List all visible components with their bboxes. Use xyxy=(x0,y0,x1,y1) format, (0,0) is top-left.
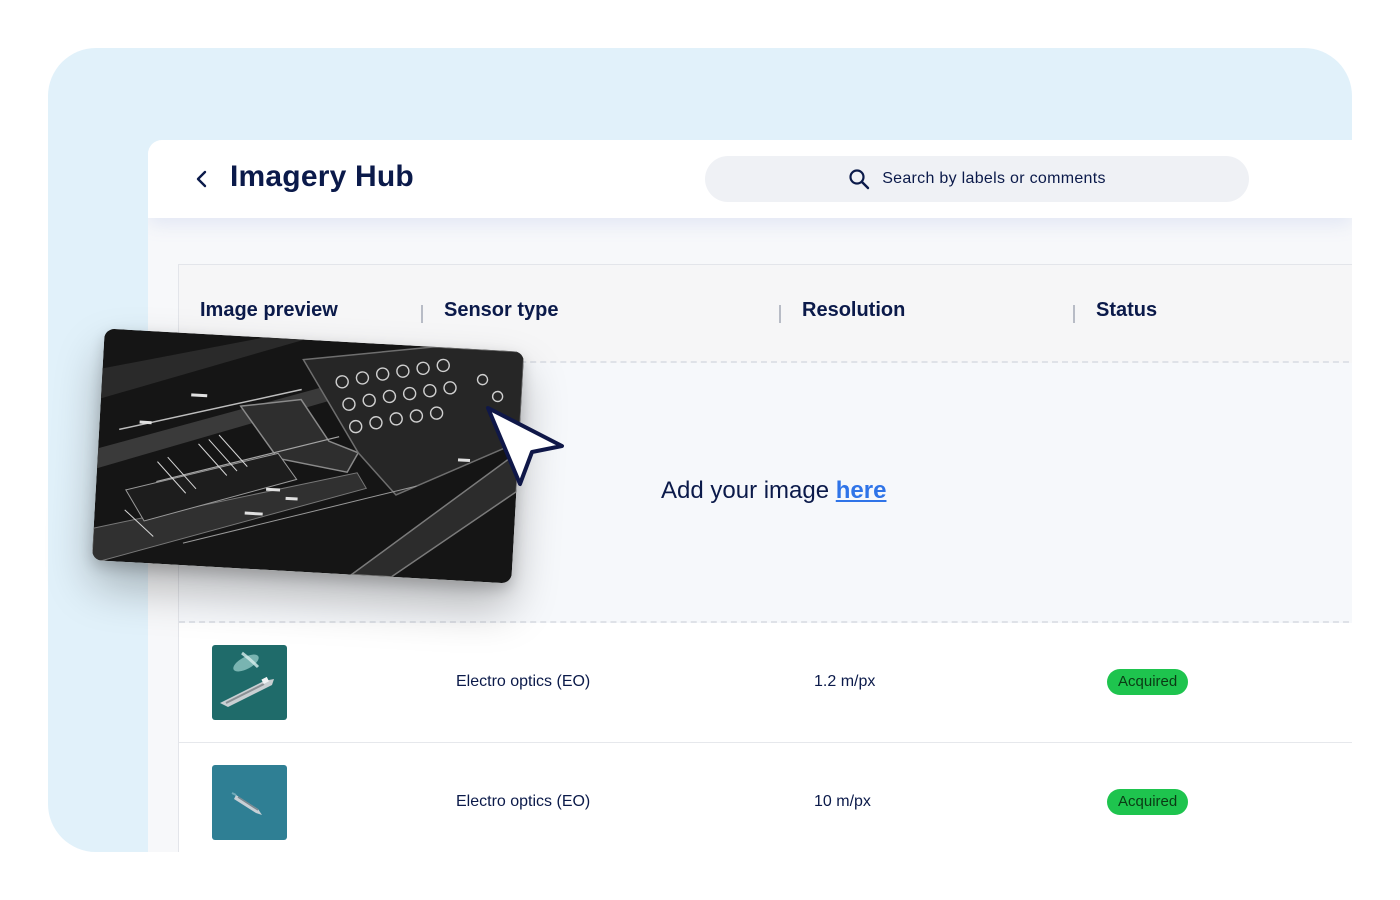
status-badge: Acquired xyxy=(1107,669,1189,695)
back-button[interactable] xyxy=(188,164,216,194)
satellite-port-image xyxy=(91,328,525,584)
column-header-sensor-type[interactable]: Sensor type xyxy=(444,299,558,322)
resolution-cell: 1.2 m/px xyxy=(814,673,876,690)
table-row[interactable]: Electro optics (EO) 10 m/px Acquired xyxy=(179,743,1352,852)
search-input[interactable]: Search by labels or comments xyxy=(705,156,1249,202)
column-divider xyxy=(779,305,781,323)
ship-image xyxy=(212,765,287,840)
sensor-type-cell: Electro optics (EO) xyxy=(456,793,591,810)
image-thumbnail[interactable] xyxy=(212,645,287,720)
image-thumbnail[interactable] xyxy=(212,765,287,840)
dropzone-text: Add your image xyxy=(661,477,836,504)
chevron-left-icon xyxy=(196,170,207,188)
page-title: Imagery Hub xyxy=(230,160,414,193)
resolution-cell: 10 m/px xyxy=(814,793,871,810)
column-header-image-preview[interactable]: Image preview xyxy=(200,299,338,322)
ship-image xyxy=(212,645,287,720)
status-badge: Acquired xyxy=(1107,789,1189,815)
column-divider xyxy=(1073,305,1075,323)
column-header-status[interactable]: Status xyxy=(1096,299,1157,322)
search-icon xyxy=(849,169,870,190)
column-divider xyxy=(421,305,423,323)
sensor-type-cell: Electro optics (EO) xyxy=(456,673,591,690)
app-header: Imagery Hub Search by labels or comments xyxy=(148,140,1352,218)
search-placeholder: Search by labels or comments xyxy=(882,170,1106,187)
table-row[interactable]: Electro optics (EO) 1.2 m/px Acquired xyxy=(179,623,1352,743)
column-header-resolution[interactable]: Resolution xyxy=(802,299,905,322)
dragged-image-card[interactable] xyxy=(91,328,525,584)
cursor-arrow-icon xyxy=(486,406,564,486)
dropzone-prompt: Add your image here xyxy=(661,477,886,505)
upload-link[interactable]: here xyxy=(836,477,887,504)
